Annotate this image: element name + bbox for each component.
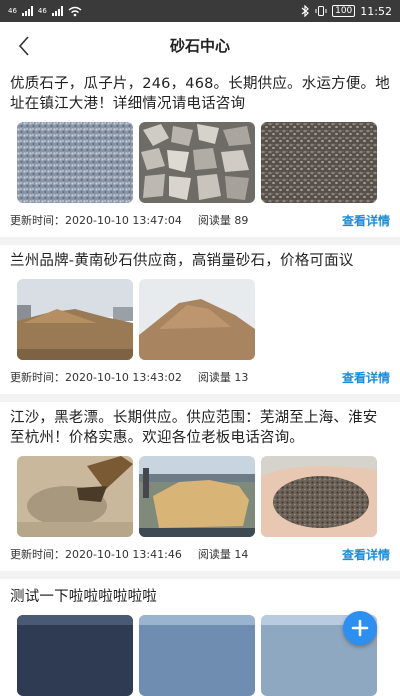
listing-meta: 更新时间：2020-10-10 13:43:02 阅读量 13 查看详情 xyxy=(10,360,390,394)
read-count: 阅读量 14 xyxy=(197,548,249,561)
listing-images xyxy=(10,279,390,360)
list-item[interactable]: 优质石子，瓜子片，246，468。长期供应。水运方便。地址在镇江大港！详细情况请… xyxy=(0,68,400,245)
listing-description: 江沙，黑老漂。长期供应。供应范围：芜湖至上海、淮安至杭州！价格实惠。欢迎各位老板… xyxy=(10,410,378,446)
updated-time: 更新时间：2020-10-10 13:43:02 xyxy=(10,371,182,384)
signal-icon xyxy=(21,6,33,16)
listing-description: 优质石子，瓜子片，246，468。长期供应。水运方便。地址在镇江大港！详细情况请… xyxy=(10,76,390,112)
listing-photo[interactable] xyxy=(139,615,255,696)
listing-meta: 更新时间：2020-10-10 13:41:46 阅读量 14 查看详情 xyxy=(10,537,390,571)
app-header: 砂石中心 xyxy=(0,22,400,68)
listing-images xyxy=(10,456,390,537)
list-item[interactable]: 江沙，黑老漂。长期供应。供应范围：芜湖至上海、淮安至杭州！价格实惠。欢迎各位老板… xyxy=(0,402,400,579)
list-item[interactable]: 兰州品牌-黄南砂石供应商，高销量砂石，价格可面议 更新时间：2020-10-10… xyxy=(0,245,400,402)
back-button[interactable] xyxy=(12,34,36,58)
signal-icon-2 xyxy=(51,6,63,16)
listing-images xyxy=(10,122,390,203)
status-bar: 46 46 100 11:52 xyxy=(0,0,400,22)
sand-mound-photo[interactable] xyxy=(139,279,255,360)
pebble-photo[interactable] xyxy=(261,122,377,203)
gravel-photo[interactable] xyxy=(17,122,133,203)
battery-icon: 100 xyxy=(332,5,356,17)
crushed-stone-photo[interactable] xyxy=(139,122,255,203)
listing-description: 测试一下啦啦啦啦啦啦 xyxy=(10,589,157,605)
wifi-icon xyxy=(68,6,82,16)
vibrate-icon xyxy=(315,6,327,16)
read-count: 阅读量 13 xyxy=(197,371,249,384)
view-details-link[interactable]: 查看详情 xyxy=(342,212,390,229)
page-title: 砂石中心 xyxy=(169,36,230,55)
sand-pile-photo[interactable] xyxy=(17,279,133,360)
listing-description: 兰州品牌-黄南砂石供应商，高销量砂石，价格可面议 xyxy=(10,253,354,269)
listing-meta: 更新时间：2020-10-10 13:47:04 阅读量 89 查看详情 xyxy=(10,203,390,237)
hand-sand-photo[interactable] xyxy=(261,456,377,537)
bluetooth-icon xyxy=(301,5,309,17)
network-label-2: 46 xyxy=(37,6,47,15)
list-item[interactable]: 测试一下啦啦啦啦啦啦 xyxy=(0,579,400,696)
updated-time: 更新时间：2020-10-10 13:41:46 xyxy=(10,548,182,561)
view-details-link[interactable]: 查看详情 xyxy=(342,546,390,563)
chevron-left-icon xyxy=(18,36,29,56)
listing-list: 优质石子，瓜子片，246，468。长期供应。水运方便。地址在镇江大港！详细情况请… xyxy=(0,68,400,696)
read-count: 阅读量 89 xyxy=(197,214,249,227)
view-details-link[interactable]: 查看详情 xyxy=(342,369,390,386)
plus-icon xyxy=(351,619,369,637)
excavator-sand-photo[interactable] xyxy=(17,456,133,537)
network-label-1: 46 xyxy=(8,6,17,15)
add-button[interactable] xyxy=(343,611,377,645)
listing-photo[interactable] xyxy=(17,615,133,696)
status-time: 11:52 xyxy=(360,4,392,18)
updated-time: 更新时间：2020-10-10 13:47:04 xyxy=(10,214,182,227)
sand-barge-photo[interactable] xyxy=(139,456,255,537)
listing-images xyxy=(10,615,390,696)
